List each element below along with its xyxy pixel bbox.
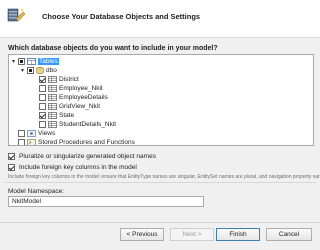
stored-procedure-icon	[27, 139, 36, 145]
database-wizard-icon	[7, 8, 26, 22]
table-icon	[48, 94, 57, 101]
tree-node-label: Views	[38, 130, 56, 137]
tree-node-dbo[interactable]: ▾ dbo	[21, 66, 57, 75]
foreign-keys-option[interactable]: Include foreign key columns in the model	[8, 164, 137, 171]
item-label: EmployeeDetails	[59, 94, 108, 101]
table-icon	[48, 85, 57, 92]
view-icon	[27, 130, 36, 137]
tables-checkbox[interactable]	[18, 58, 25, 65]
namespace-label: Model Namespace:	[8, 188, 64, 195]
views-checkbox[interactable]	[18, 130, 25, 137]
next-button[interactable]: Next >	[170, 228, 214, 241]
table-icon	[48, 103, 57, 110]
dbo-checkbox[interactable]	[27, 67, 34, 74]
previous-button[interactable]: < Previous	[120, 228, 164, 241]
item-checkbox[interactable]	[39, 121, 46, 128]
tree-item-district[interactable]: District	[39, 75, 79, 84]
item-checkbox[interactable]	[39, 94, 46, 101]
foreign-keys-checkbox[interactable]	[8, 164, 15, 171]
tree-item-employee-nkit[interactable]: Employee_Nkit	[39, 84, 103, 93]
item-checkbox[interactable]	[39, 112, 46, 119]
tree-node-label[interactable]: Tables	[38, 58, 59, 65]
tree-node-stored-procedures[interactable]: Stored Procedures and Functions	[12, 138, 135, 146]
tree-node-label: dbo	[46, 67, 57, 74]
item-label: District	[59, 76, 79, 83]
tree-item-state[interactable]: State	[39, 111, 74, 120]
wizard-header: Choose Your Database Objects and Setting…	[0, 0, 320, 38]
item-checkbox[interactable]	[39, 85, 46, 92]
tree-node-tables[interactable]: ▾ Tables	[12, 57, 59, 66]
pluralize-label[interactable]: Pluralize or singularize generated objec…	[19, 153, 156, 160]
namespace-input[interactable]	[8, 196, 204, 207]
table-icon	[48, 112, 57, 119]
tree-item-studentdetails-nkit[interactable]: StudentDetails_Nkit	[39, 120, 116, 129]
item-checkbox[interactable]	[39, 76, 46, 83]
procs-checkbox[interactable]	[18, 139, 25, 145]
pluralize-checkbox[interactable]	[8, 153, 15, 160]
finish-button[interactable]: Finish	[216, 228, 260, 241]
item-checkbox[interactable]	[39, 103, 46, 110]
tree-node-views[interactable]: Views	[12, 129, 55, 138]
item-label: State	[59, 112, 75, 119]
foreign-keys-label[interactable]: Include foreign key columns in the model	[19, 164, 137, 171]
item-label: GridView_Nkit	[59, 103, 101, 110]
tree-item-gridview-nkit[interactable]: GridView_Nkit	[39, 102, 100, 111]
database-objects-tree[interactable]: ▾ Tables ▾ dbo District Employee_Nkit Em…	[8, 54, 314, 146]
objects-question-label: Which database objects do you want to in…	[8, 45, 218, 52]
table-folder-icon	[27, 58, 36, 65]
page-title: Choose Your Database Objects and Setting…	[42, 12, 201, 21]
option-hint-text: Include foreign key columns in the model…	[8, 174, 320, 180]
footer-divider	[0, 222, 320, 223]
item-label: StudentDetails_Nkit	[59, 121, 117, 128]
table-icon	[48, 76, 57, 83]
cancel-button[interactable]: Cancel	[266, 228, 312, 241]
pluralize-option[interactable]: Pluralize or singularize generated objec…	[8, 153, 156, 160]
section-divider	[4, 182, 316, 183]
item-label: Employee_Nkit	[59, 85, 103, 92]
tree-node-label: Stored Procedures and Functions	[38, 139, 135, 146]
schema-icon	[36, 67, 44, 74]
tree-item-employeedetails[interactable]: EmployeeDetails	[39, 93, 108, 102]
table-icon	[48, 121, 57, 128]
